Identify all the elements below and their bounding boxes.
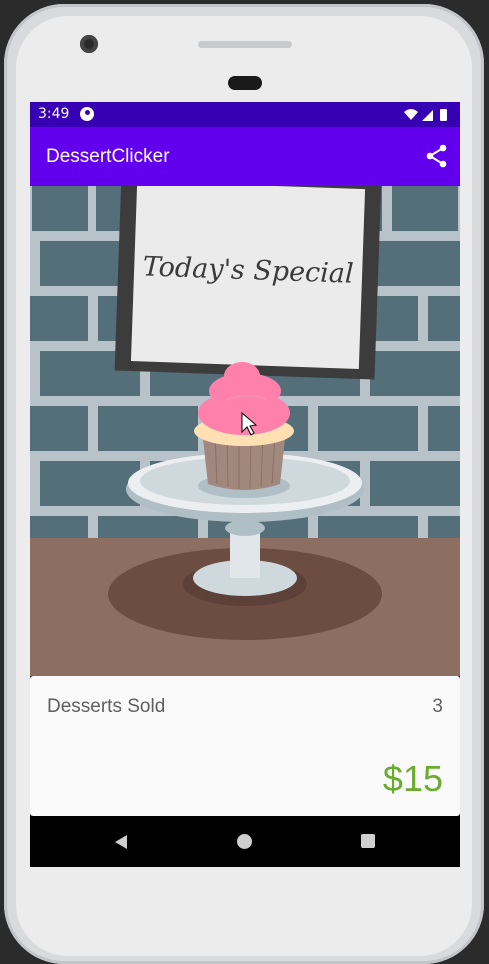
app-bar: DessertClicker (30, 127, 460, 186)
device-screen: 3:49 DessertClicker Today's Special Dess… (30, 102, 460, 867)
stand-stem-top (225, 520, 265, 536)
app-title: DessertClicker (46, 146, 170, 167)
back-icon[interactable] (114, 834, 128, 850)
notification-icon (80, 107, 94, 121)
desserts-sold-value: 3 (432, 696, 443, 717)
battery-icon (440, 109, 447, 121)
dessert-scene: Today's Special (30, 186, 460, 676)
desserts-sold-label: Desserts Sold (47, 696, 166, 717)
recents-icon[interactable] (361, 834, 375, 848)
home-icon[interactable] (237, 834, 252, 849)
front-camera (80, 35, 98, 53)
share-icon[interactable] (424, 143, 450, 169)
status-icons (404, 109, 447, 121)
earpiece (228, 76, 262, 90)
wifi-icon (404, 109, 418, 120)
navigation-bar (30, 816, 460, 867)
stats-card: Desserts Sold 3 $15 (30, 676, 460, 816)
sign-board: Today's Special (114, 186, 382, 380)
revenue-text: $15 (382, 758, 443, 799)
signal-icon (422, 110, 433, 121)
frosting-top (224, 362, 260, 390)
speaker-grille (198, 41, 292, 48)
status-bar: 3:49 (30, 102, 460, 127)
status-time: 3:49 (38, 106, 70, 122)
